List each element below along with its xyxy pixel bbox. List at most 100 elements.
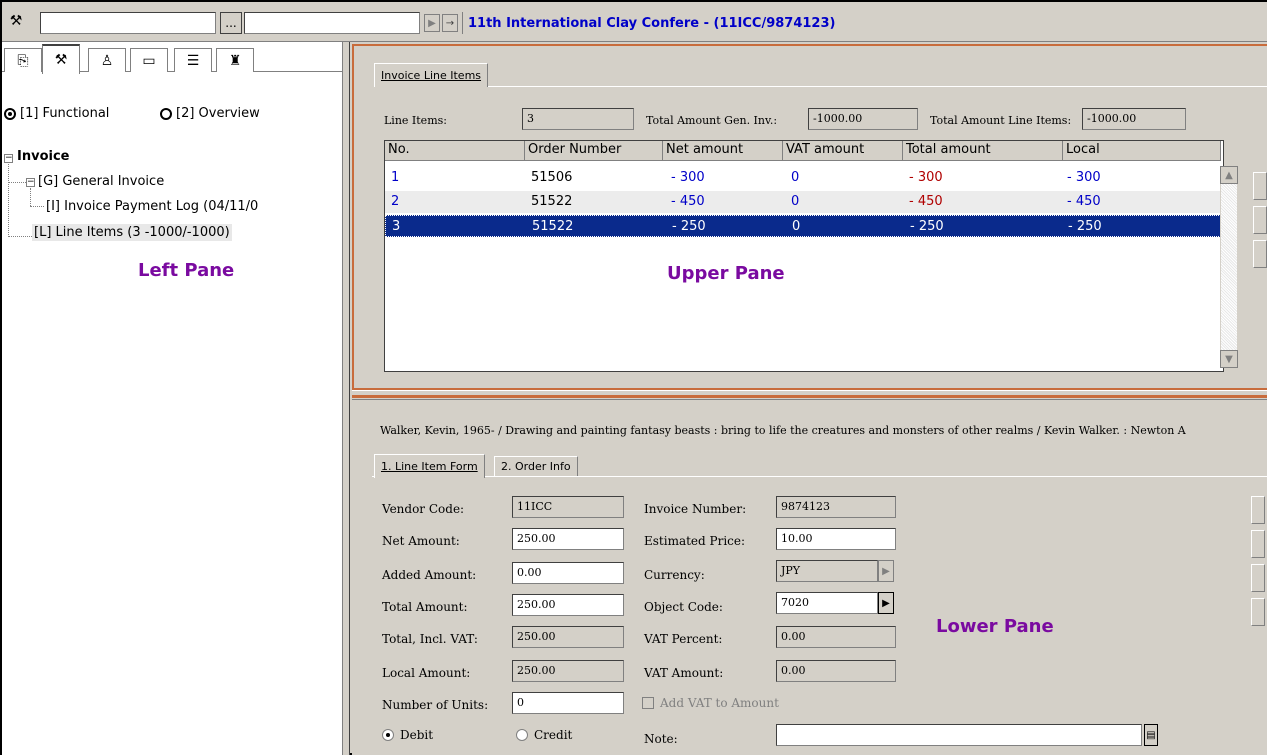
folder-icon[interactable]: ▭ bbox=[130, 48, 168, 72]
cell-local: - 450 bbox=[1067, 194, 1101, 209]
code-input[interactable] bbox=[40, 12, 216, 34]
left-pane-annotation: Left Pane bbox=[138, 260, 235, 281]
cell-vat-amount: 0 bbox=[792, 219, 801, 234]
top-toolbar: ⚒ ... ▶ → 11th International Clay Confer… bbox=[2, 2, 1267, 42]
column-header-net-amount[interactable]: Net amount bbox=[663, 141, 783, 161]
cell-vat-amount: 0 bbox=[791, 194, 800, 209]
trash-icon[interactable]: ♙ bbox=[88, 48, 126, 72]
added-amount-input[interactable]: 0.00 bbox=[512, 562, 624, 584]
column-header-local[interactable]: Local bbox=[1063, 141, 1221, 161]
cell-net-amount: - 250 bbox=[672, 219, 706, 234]
tree-node-general-invoice[interactable]: [G] General Invoice bbox=[38, 174, 164, 189]
radio-checked-icon bbox=[382, 729, 394, 741]
cell-total-amount: - 300 bbox=[909, 170, 943, 185]
vat-percent-field: 0.00 bbox=[776, 626, 896, 648]
cell-total-amount: - 250 bbox=[910, 219, 944, 234]
tree-node-invoice[interactable]: Invoice bbox=[17, 149, 69, 164]
note-expand-icon[interactable]: ▤ bbox=[1144, 724, 1158, 746]
doc-icon[interactable]: ⎘ bbox=[4, 48, 42, 72]
number-of-units-input[interactable]: 0 bbox=[512, 692, 624, 714]
tree-node-payment-log[interactable]: [I] Invoice Payment Log (04/11/0 bbox=[46, 199, 258, 214]
add-vat-label: Add VAT to Amount bbox=[660, 696, 779, 710]
upper-pane-annotation: Upper Pane bbox=[667, 263, 785, 284]
table-row-selected[interactable]: 3 51522 - 250 0 - 250 - 250 bbox=[385, 215, 1221, 237]
horizontal-splitter[interactable] bbox=[352, 390, 1267, 400]
vertical-scrollbar[interactable] bbox=[1220, 166, 1238, 368]
view-option-functional[interactable]: [1] Functional bbox=[4, 106, 109, 121]
column-header-order-number[interactable]: Order Number bbox=[525, 141, 663, 161]
side-button[interactable] bbox=[1251, 564, 1265, 592]
vat-percent-label: VAT Percent: bbox=[644, 632, 723, 646]
collapse-icon[interactable]: − bbox=[4, 154, 13, 163]
note-input[interactable] bbox=[776, 724, 1142, 746]
side-button[interactable] bbox=[1253, 206, 1267, 234]
view-option-overview[interactable]: [2] Overview bbox=[160, 106, 260, 121]
left-tab-strip: ⎘ ⚒ ♙ ▭ ☰ ♜ bbox=[2, 42, 342, 74]
wand-icon[interactable]: ⚒ bbox=[8, 12, 24, 30]
list-icon[interactable]: ☰ bbox=[174, 48, 212, 72]
side-button[interactable] bbox=[1253, 240, 1267, 268]
binoculars-icon[interactable]: ♜ bbox=[216, 48, 254, 72]
search-input[interactable] bbox=[244, 12, 420, 34]
cell-net-amount: - 450 bbox=[671, 194, 705, 209]
tab-label: 1. Line Item Form bbox=[381, 460, 478, 473]
total-amount-label: Total Amount: bbox=[382, 600, 468, 614]
object-code-input[interactable]: 7020 bbox=[776, 592, 878, 614]
cell-net-amount: - 300 bbox=[671, 170, 705, 185]
line-items-grid: No. Order Number Net amount VAT amount T… bbox=[384, 140, 1224, 372]
total-amount-input[interactable]: 250.00 bbox=[512, 594, 624, 616]
bibliographic-citation: Walker, Kevin, 1965- / Drawing and paint… bbox=[380, 424, 1186, 437]
vertical-splitter[interactable] bbox=[342, 42, 350, 755]
added-amount-label: Added Amount: bbox=[382, 568, 477, 582]
scroll-down-icon[interactable]: ▼ bbox=[1220, 350, 1238, 368]
checkbox-icon bbox=[642, 697, 654, 709]
upper-pane: Invoice Line Items Line Items: 3 Total A… bbox=[352, 44, 1267, 390]
radio-unchecked-icon bbox=[160, 107, 172, 120]
cell-no: 1 bbox=[391, 170, 400, 185]
table-row[interactable]: 1 51506 - 300 0 - 300 - 300 bbox=[385, 167, 1221, 189]
tab-order-info[interactable]: 2. Order Info bbox=[494, 456, 578, 476]
object-code-label: Object Code: bbox=[644, 600, 723, 614]
cell-order-number: 51522 bbox=[532, 219, 574, 234]
add-vat-checkbox[interactable]: Add VAT to Amount bbox=[642, 696, 779, 710]
tab-line-item-form[interactable]: 1. Line Item Form bbox=[374, 454, 485, 478]
cell-order-number: 51506 bbox=[531, 170, 573, 185]
debit-radio[interactable]: Debit bbox=[382, 728, 433, 742]
browse-button[interactable]: ... bbox=[220, 12, 242, 34]
credit-radio[interactable]: Credit bbox=[516, 728, 572, 742]
record-title: 11th International Clay Confere - (11ICC… bbox=[468, 16, 836, 31]
vendor-code-field: 11ICC bbox=[512, 496, 624, 518]
net-amount-input[interactable]: 250.00 bbox=[512, 528, 624, 550]
vendor-code-label: Vendor Code: bbox=[382, 502, 465, 516]
side-button[interactable] bbox=[1251, 530, 1265, 558]
note-label: Note: bbox=[644, 732, 678, 746]
tab-label: Invoice Line Items bbox=[381, 69, 482, 82]
currency-picker-icon[interactable]: ▶ bbox=[878, 560, 894, 582]
invoice-number-field: 9874123 bbox=[776, 496, 896, 518]
column-header-vat-amount[interactable]: VAT amount bbox=[783, 141, 903, 161]
wand-icon[interactable]: ⚒ bbox=[42, 44, 80, 74]
vat-amount-field: 0.00 bbox=[776, 660, 896, 682]
side-button[interactable] bbox=[1251, 598, 1265, 626]
scroll-up-icon[interactable]: ▲ bbox=[1220, 166, 1238, 184]
tab-invoice-line-items[interactable]: Invoice Line Items bbox=[374, 63, 489, 87]
credit-label: Credit bbox=[534, 728, 573, 742]
lower-pane: Walker, Kevin, 1965- / Drawing and paint… bbox=[352, 400, 1267, 755]
go-arrow-icon[interactable]: → bbox=[442, 14, 458, 32]
line-items-field: 3 bbox=[522, 108, 634, 130]
cell-total-amount: - 450 bbox=[909, 194, 943, 209]
table-row[interactable]: 2 51522 - 450 0 - 450 - 450 bbox=[385, 191, 1221, 213]
total-incl-vat-field: 250.00 bbox=[512, 626, 624, 648]
column-header-no[interactable]: No. bbox=[385, 141, 525, 161]
collapse-icon[interactable]: − bbox=[26, 178, 35, 187]
radio-checked-icon bbox=[4, 107, 16, 120]
side-button[interactable] bbox=[1251, 496, 1265, 524]
column-header-total-amount[interactable]: Total amount bbox=[903, 141, 1063, 161]
play-icon[interactable]: ▶ bbox=[424, 14, 440, 32]
invoice-number-label: Invoice Number: bbox=[644, 502, 747, 516]
estimated-price-input[interactable]: 10.00 bbox=[776, 528, 896, 550]
object-code-picker-icon[interactable]: ▶ bbox=[878, 592, 894, 614]
tree-node-line-items[interactable]: [L] Line Items (3 -1000/-1000) bbox=[32, 224, 232, 241]
side-button[interactable] bbox=[1253, 172, 1267, 200]
total-line-items-field: -1000.00 bbox=[1082, 108, 1186, 130]
